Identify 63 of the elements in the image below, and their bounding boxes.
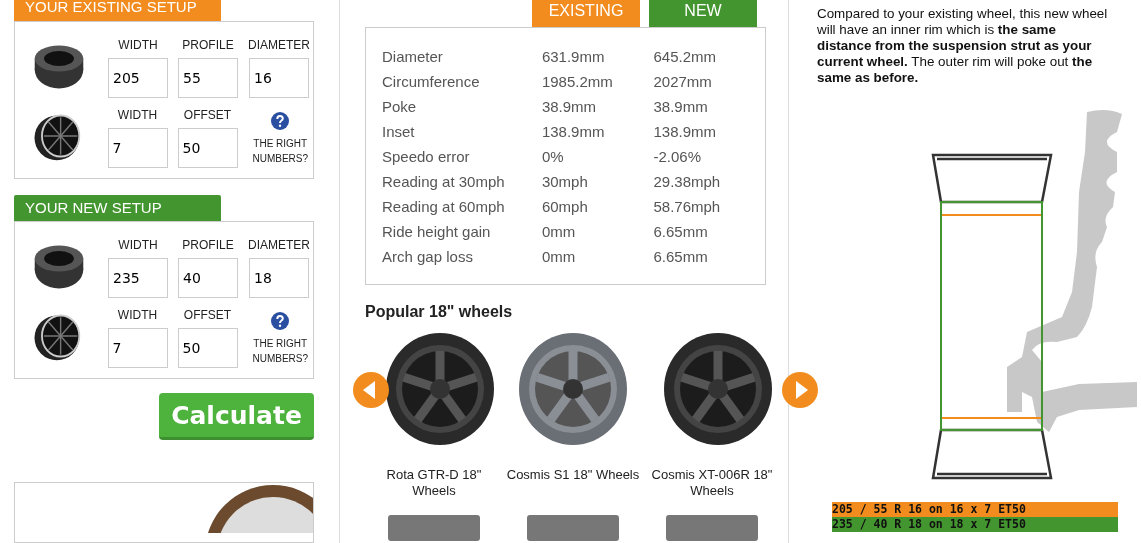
legend-bar: 205 / 55 R 16 on 16 x 7 ET50: [832, 502, 1118, 517]
wheel-name[interactable]: Cosmis XT-006R 18" Wheels: [642, 467, 782, 499]
table-cell-text: 138.9mm: [541, 123, 606, 140]
number-field[interactable]: 40: [178, 258, 238, 298]
table-cell-text: 38.9mm: [653, 98, 709, 115]
table-cell-text: 0mm: [541, 248, 577, 265]
help-link[interactable]: THE RIGHT NUMBERS?: [247, 336, 313, 366]
field-label: PROFILE: [182, 38, 234, 52]
row-label: Circumference: [382, 73, 481, 90]
row-label: Arch gap loss: [382, 248, 474, 265]
wheel-name[interactable]: Cosmis S1 18" Wheels: [503, 467, 643, 499]
table-cell-text: 0mm: [541, 223, 577, 240]
table-cell-text: 58.76mph: [653, 198, 722, 215]
field-label: WIDTH: [118, 38, 158, 52]
table-cell-text: -2.06%: [653, 148, 702, 165]
number-field[interactable]: 50: [177, 328, 238, 368]
table-cell-text: 0%: [541, 148, 565, 165]
section-header: YOUR EXISTING SETUP: [14, 0, 221, 21]
wheel-name[interactable]: Rota GTR-D 18" Wheels: [364, 467, 504, 499]
row-label: Poke: [382, 98, 418, 115]
field-label: DIAMETER: [248, 38, 310, 52]
field-label: OFFSET: [183, 108, 232, 122]
row-label: Reading at 30mph: [382, 173, 506, 190]
table-cell-text: 6.65mm: [653, 248, 709, 265]
number-field[interactable]: 205: [108, 58, 168, 98]
column-header: NEW: [649, 0, 757, 27]
table-cell-text: 60mph: [541, 198, 589, 215]
summary-text: Compared to your existing wheel, this new wheel will have an inner rim which is the same distance from the suspension strut as your current wheel. The outer rim will poke out the same as before.: [817, 6, 1109, 86]
column-header: EXISTING: [532, 0, 640, 27]
table-cell-text: 2027mm: [653, 73, 713, 90]
ad-banner-placeholder[interactable]: [14, 482, 314, 543]
section-header: YOUR NEW SETUP: [14, 195, 221, 221]
field-label: PROFILE: [182, 238, 234, 252]
table-cell-text: 29.38mph: [653, 173, 722, 190]
table-cell-text: 1985.2mm: [541, 73, 614, 90]
number-field[interactable]: 55: [178, 58, 238, 98]
number-field[interactable]: 18: [249, 258, 309, 298]
row-label: Reading at 60mph: [382, 198, 506, 215]
field-label: WIDTH: [117, 308, 158, 322]
section-title: Popular 18" wheels: [365, 303, 514, 321]
number-field[interactable]: 50: [177, 128, 238, 168]
help-icon[interactable]: [271, 312, 290, 330]
number-field[interactable]: 235: [108, 258, 168, 298]
row-label: Inset: [382, 123, 416, 140]
number-field[interactable]: 7: [107, 128, 168, 168]
number-field[interactable]: 16: [249, 58, 309, 98]
row-label: Speedo error: [382, 148, 471, 165]
help-icon[interactable]: [271, 112, 290, 130]
field-label: DIAMETER: [248, 238, 310, 252]
table-cell-text: 6.65mm: [653, 223, 709, 240]
field-label: WIDTH: [118, 238, 158, 252]
help-link[interactable]: THE RIGHT NUMBERS?: [247, 136, 313, 166]
table-cell-text: 38.9mm: [541, 98, 598, 115]
table-cell-text: 645.2mm: [653, 48, 717, 65]
field-label: WIDTH: [117, 108, 158, 122]
table-cell-text: 30mph: [541, 173, 589, 190]
number-field[interactable]: 7: [107, 328, 168, 368]
table-cell-text: 138.9mm: [653, 123, 717, 140]
field-label: OFFSET: [183, 308, 232, 322]
table-cell-text: 631.9mm: [541, 48, 606, 65]
legend-bar: 235 / 40 R 18 on 18 x 7 ET50: [832, 517, 1118, 532]
row-label: Diameter: [382, 48, 444, 65]
row-label: Ride height gain: [382, 223, 492, 240]
